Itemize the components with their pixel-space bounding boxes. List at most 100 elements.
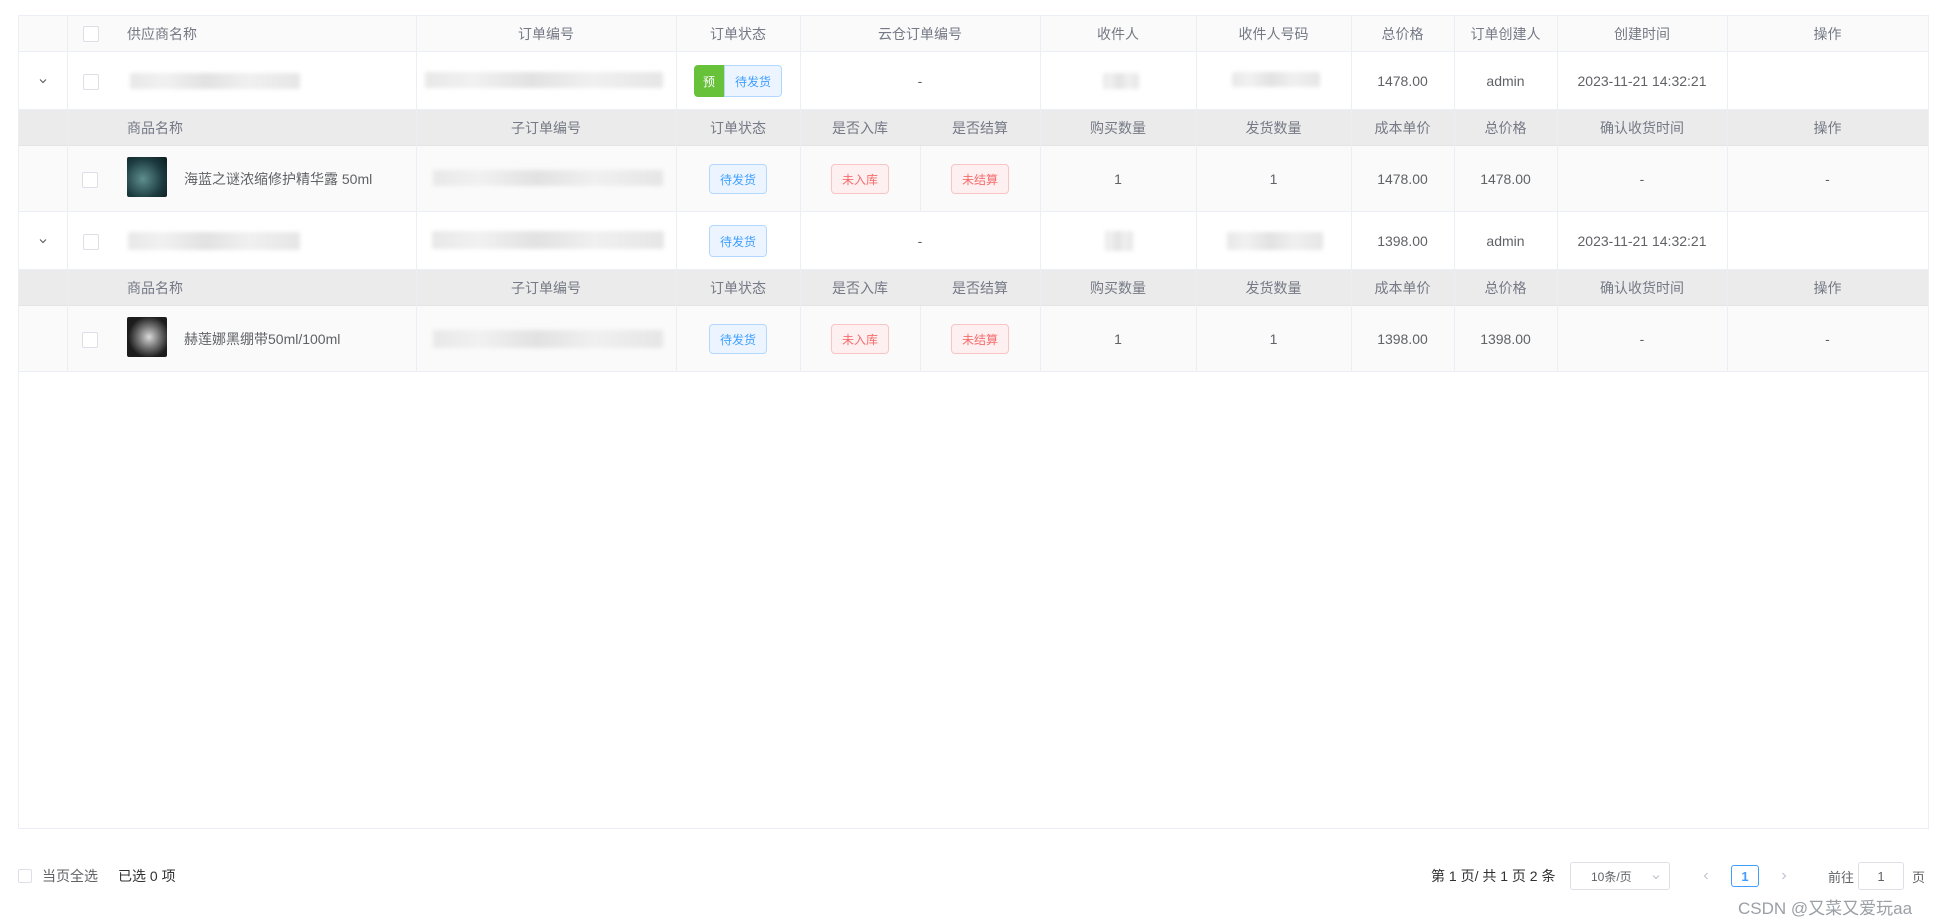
product-thumbnail	[127, 317, 167, 357]
column-divider	[920, 146, 921, 212]
status-badge: 待发货	[708, 164, 767, 194]
header-recipient-phone: 收件人号码	[1238, 26, 1309, 42]
subheader-product-name: 商品名称	[127, 120, 183, 136]
header-select-all-checkbox[interactable]	[83, 26, 99, 42]
goto-page-input[interactable]: 1	[1858, 862, 1904, 890]
select-all-page-checkbox[interactable]	[18, 869, 32, 883]
purchase-qty: 1	[1114, 171, 1122, 187]
subheader-unit-cost: 成本单价	[1374, 280, 1431, 296]
subheader-total-price: 总价格	[1484, 120, 1527, 136]
subheader-confirm-time: 确认收货时间	[1600, 120, 1684, 136]
column-divider	[1557, 16, 1558, 372]
selected-count: 已选 0 项	[118, 868, 176, 884]
unit-cost: 1478.00	[1377, 171, 1428, 187]
item-total-price: 1398.00	[1480, 331, 1531, 347]
supplier-name-redacted	[128, 232, 300, 250]
chevron-right-icon	[1782, 872, 1787, 880]
stocked-cell: 未入库	[800, 146, 920, 212]
stocked-cell: 未入库	[800, 306, 920, 372]
header-actions: 操作	[1813, 26, 1842, 42]
settled-cell: 未结算	[920, 146, 1040, 212]
shipped-qty: 1	[1269, 331, 1278, 347]
header-created-at: 创建时间	[1614, 26, 1670, 42]
stocked-badge: 未入库	[830, 164, 889, 194]
column-divider	[67, 16, 68, 372]
purchase-qty: 1	[1114, 331, 1122, 347]
recipient-redacted	[1103, 73, 1139, 89]
page-size-value: 10条/页	[1591, 869, 1632, 884]
page-size-select[interactable]: 10条/页	[1570, 862, 1670, 890]
header-recipient: 收件人	[1097, 26, 1139, 42]
product-thumbnail	[127, 157, 167, 197]
product-name: 赫莲娜黑绷带50ml/100ml	[184, 331, 341, 347]
goto-label: 前往	[1828, 869, 1855, 885]
sub-row-checkbox[interactable]	[82, 332, 98, 348]
subheader-sub-order-no: 子订单编号	[511, 120, 581, 136]
cloud-order-no: -	[917, 233, 923, 249]
order-created-at: 2023-11-21 14:32:21	[1577, 233, 1707, 249]
item-action: -	[1825, 331, 1830, 347]
order-total-price: 1478.00	[1377, 73, 1428, 89]
column-divider	[1040, 16, 1041, 372]
subheader-actions: 操作	[1813, 280, 1842, 296]
column-divider	[1351, 16, 1352, 372]
watermark: CSDN @又菜又爱玩aa	[1738, 898, 1913, 918]
settled-badge: 未结算	[950, 324, 1009, 354]
column-divider	[416, 16, 417, 372]
header-creator: 订单创建人	[1470, 26, 1541, 42]
subheader-stocked: 是否入库	[832, 120, 888, 136]
expand-row-button[interactable]	[19, 212, 67, 270]
sub-status-cell: 待发货	[676, 306, 800, 372]
presale-tag: 预	[693, 65, 724, 97]
subheader-stocked: 是否入库	[832, 280, 888, 296]
confirm-time: -	[1639, 171, 1645, 187]
column-divider	[1196, 16, 1197, 372]
chevron-down-icon	[1652, 875, 1660, 880]
chevron-down-icon	[39, 79, 47, 84]
column-divider	[1727, 16, 1728, 372]
expand-row-button[interactable]	[19, 52, 67, 110]
row-checkbox[interactable]	[83, 234, 99, 250]
subheader-unit-cost: 成本单价	[1374, 120, 1431, 136]
subheader-order-status: 订单状态	[710, 120, 766, 136]
order-no-redacted	[432, 231, 664, 249]
sub-row-checkbox[interactable]	[82, 172, 98, 188]
item-total-price: 1478.00	[1480, 171, 1531, 187]
cloud-order-no: -	[917, 73, 923, 89]
recipient-phone-redacted	[1232, 72, 1320, 87]
order-no-redacted	[425, 72, 663, 88]
header-cloud-order-no: 云仓订单编号	[878, 26, 962, 42]
page-1-button[interactable]: 1	[1731, 865, 1759, 887]
stocked-badge: 未入库	[830, 324, 889, 354]
subheader-settled: 是否结算	[952, 120, 1008, 136]
sub-status-cell: 待发货	[676, 146, 800, 212]
subheader-order-status: 订单状态	[710, 280, 766, 296]
order-created-at: 2023-11-21 14:32:21	[1577, 73, 1707, 89]
column-divider	[920, 306, 921, 372]
order-total-price: 1398.00	[1377, 233, 1428, 249]
header-total-price: 总价格	[1381, 26, 1424, 42]
recipient-redacted	[1105, 231, 1133, 251]
select-all-page-label[interactable]: 当页全选	[42, 866, 98, 886]
column-divider	[676, 16, 677, 372]
item-action: -	[1825, 171, 1830, 187]
goto-suffix: 页	[1912, 869, 1926, 885]
status-badge: 待发货	[708, 324, 767, 354]
order-status-cell: 待发货	[676, 212, 800, 270]
sub-order-no-redacted	[433, 330, 663, 348]
subheader-total-price: 总价格	[1484, 280, 1527, 296]
next-page-button[interactable]	[1774, 866, 1794, 886]
chevron-left-icon	[1703, 872, 1708, 880]
order-creator: admin	[1486, 73, 1525, 89]
shipped-qty: 1	[1269, 171, 1278, 187]
order-status-cell: 预待发货	[676, 52, 800, 110]
column-divider	[800, 16, 801, 372]
row-checkbox[interactable]	[83, 74, 99, 90]
status-badge: 待发货	[708, 225, 767, 257]
supplier-name-redacted	[130, 73, 300, 89]
subheader-actions: 操作	[1813, 120, 1842, 136]
column-divider	[1454, 16, 1455, 372]
subheader-purchase-qty: 购买数量	[1090, 280, 1146, 296]
subheader-confirm-time: 确认收货时间	[1600, 280, 1684, 296]
prev-page-button[interactable]	[1696, 866, 1716, 886]
